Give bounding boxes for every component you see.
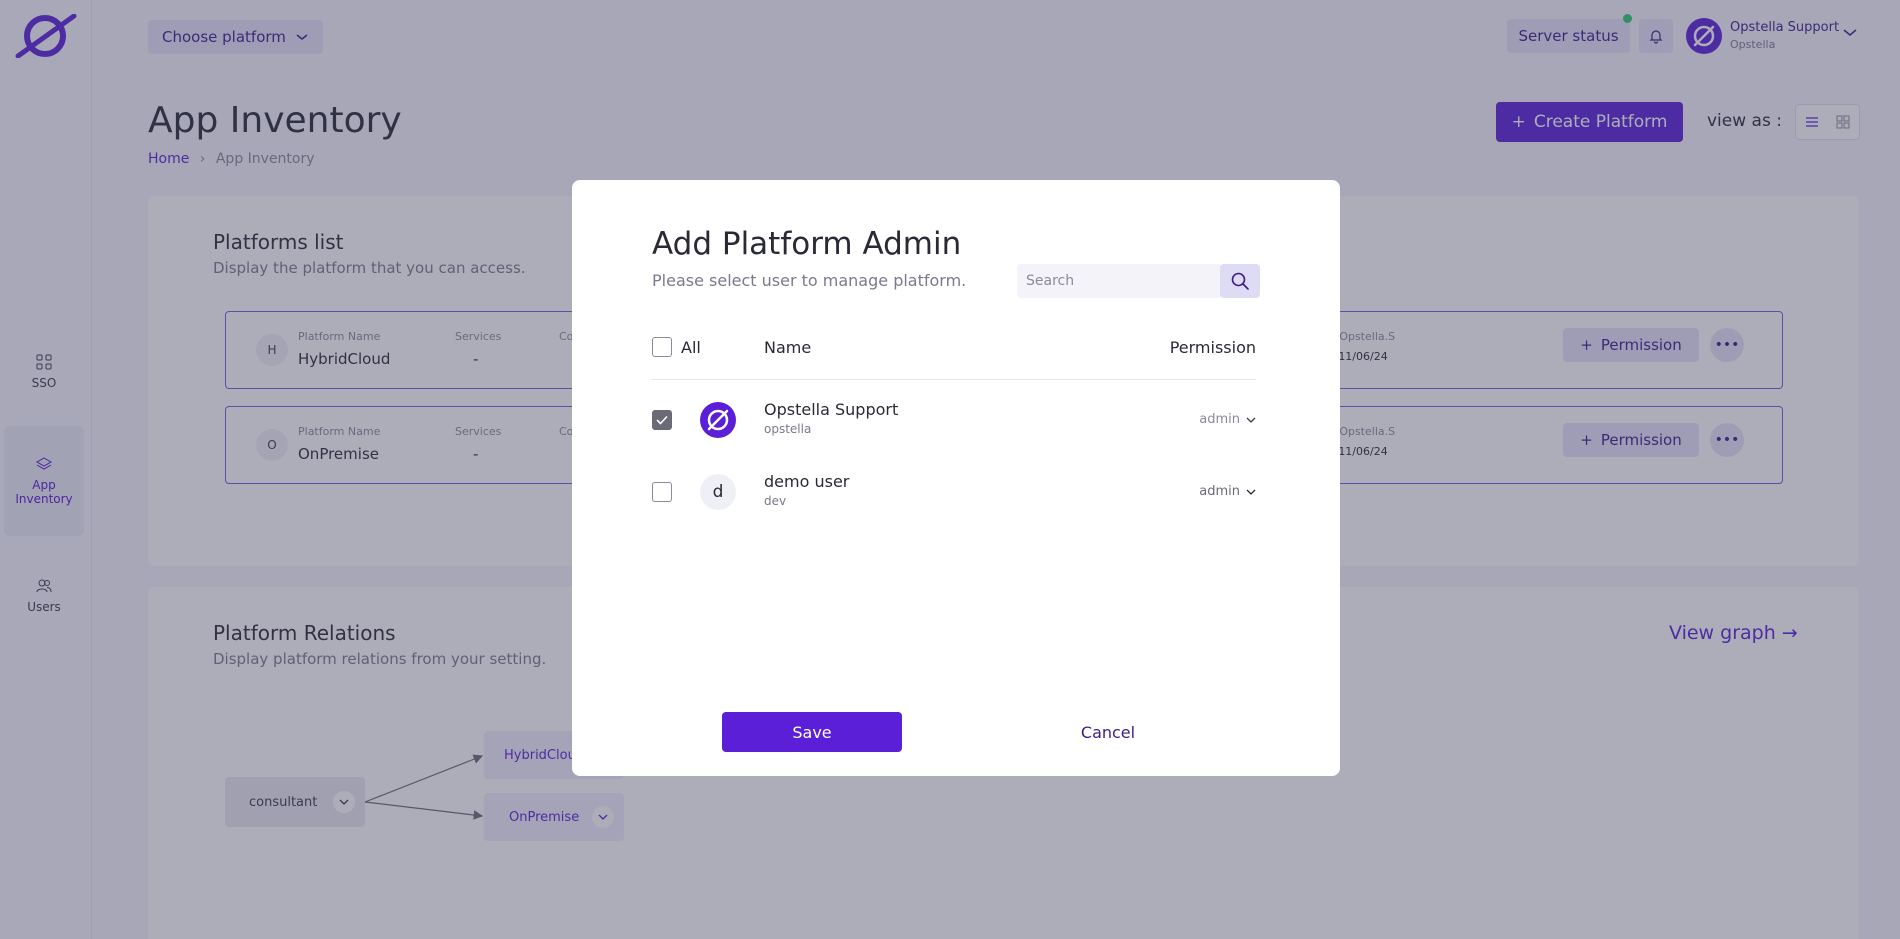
add-platform-admin-modal: Add Platform Admin Please select user to…	[572, 180, 1340, 776]
chevron-down-icon	[1246, 489, 1256, 495]
select-all-checkbox[interactable]	[652, 337, 672, 357]
user-table-header: All Name Permission	[652, 336, 1256, 360]
permission-value: admin	[1199, 484, 1240, 499]
cancel-button[interactable]: Cancel	[1038, 712, 1178, 752]
select-all-label: All	[681, 338, 701, 357]
permission-value: admin	[1199, 412, 1240, 427]
user-checkbox[interactable]	[652, 482, 672, 502]
save-label: Save	[792, 722, 832, 742]
user-avatar: d	[700, 474, 736, 510]
search-icon	[1231, 272, 1249, 290]
user-checkbox[interactable]	[652, 410, 672, 430]
user-group: opstella	[764, 422, 812, 436]
opstella-logo-icon	[707, 409, 729, 431]
modal-title: Add Platform Admin	[652, 226, 962, 262]
user-row[interactable]: d demo user dev admin	[652, 470, 1256, 520]
permission-dropdown[interactable]: admin	[1199, 412, 1256, 427]
permission-column-header: Permission	[1169, 338, 1256, 357]
search-input[interactable]	[1017, 264, 1222, 298]
user-name: Opstella Support	[764, 400, 899, 419]
chevron-down-icon	[1246, 417, 1256, 423]
search-button[interactable]	[1220, 264, 1260, 298]
user-avatar	[700, 402, 736, 438]
save-button[interactable]: Save	[722, 712, 902, 752]
modal-subtitle: Please select user to manage platform.	[652, 271, 967, 290]
header-divider	[652, 379, 1256, 380]
user-row[interactable]: Opstella Support opstella admin	[652, 398, 1256, 448]
name-column-header: Name	[764, 338, 812, 357]
cancel-label: Cancel	[1080, 722, 1136, 742]
user-group: dev	[764, 494, 787, 508]
user-name: demo user	[764, 472, 850, 491]
permission-dropdown[interactable]: admin	[1199, 484, 1256, 499]
check-icon	[656, 415, 668, 425]
